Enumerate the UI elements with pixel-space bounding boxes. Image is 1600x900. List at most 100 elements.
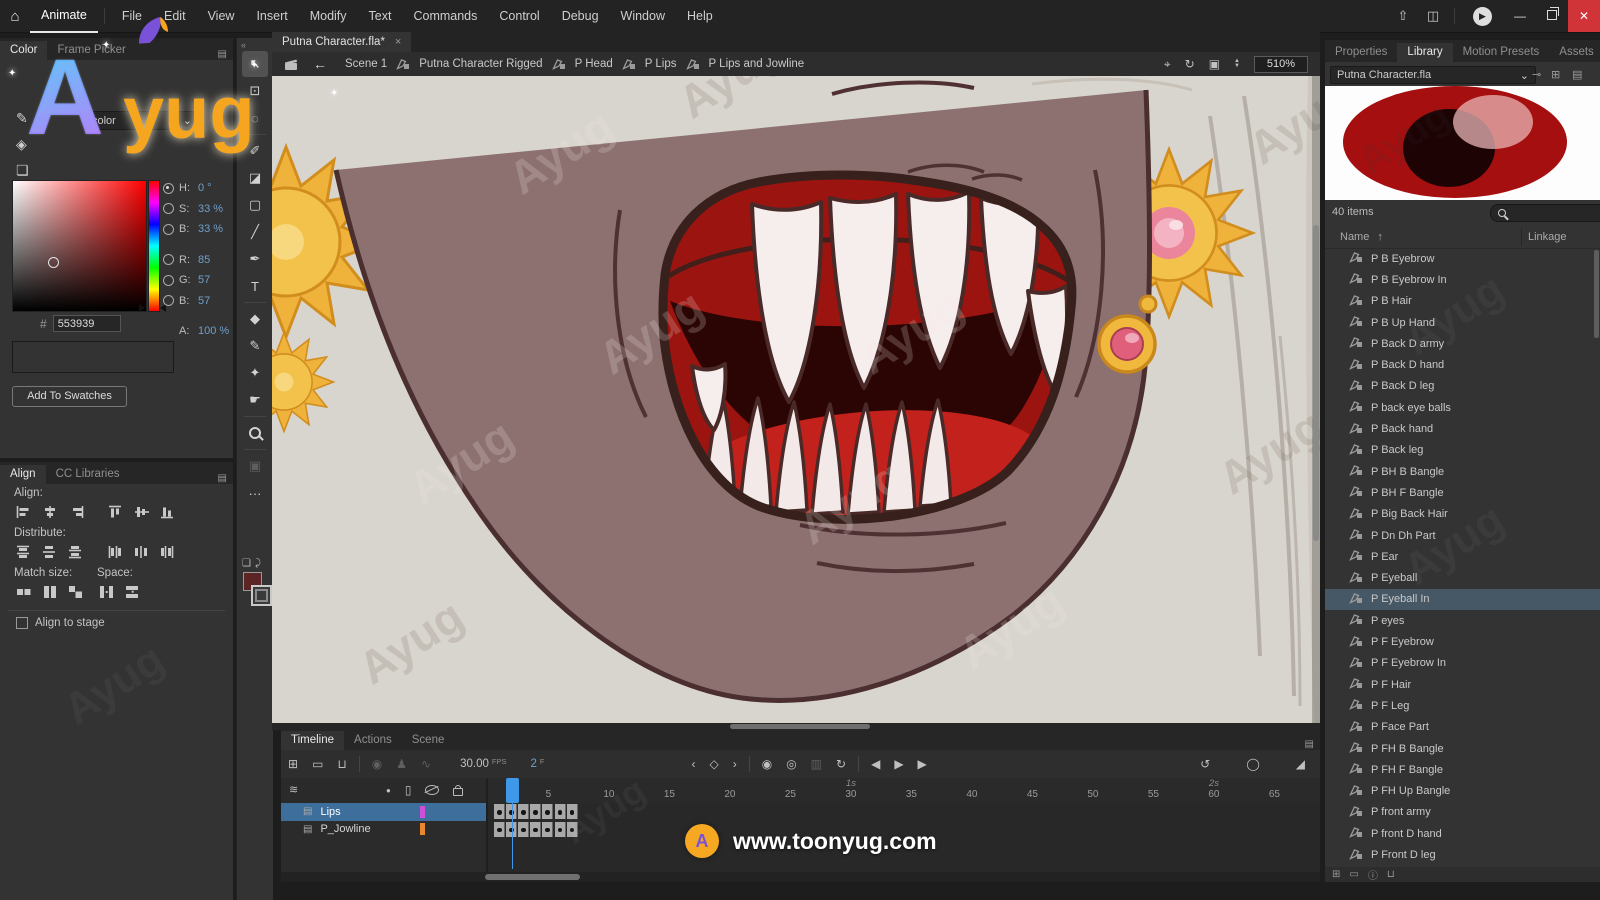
clip-content-icon[interactable]: ▣: [1209, 57, 1220, 72]
library-item-p-back-d-hand[interactable]: P Back D hand: [1325, 355, 1600, 376]
camera-tool[interactable]: ▣: [242, 453, 268, 479]
highlight-column-icon[interactable]: ●: [386, 786, 391, 795]
center-frame-icon[interactable]: ⌖: [1164, 57, 1171, 72]
scrollbar-thumb[interactable]: [730, 724, 870, 729]
tab-scene[interactable]: Scene: [402, 731, 455, 750]
restore-button[interactable]: [1536, 0, 1568, 32]
keyframe-cell[interactable]: [518, 804, 529, 819]
library-item-p-back-leg[interactable]: P Back leg: [1325, 440, 1600, 461]
value-text[interactable]: 33 %: [198, 223, 223, 235]
library-item-p-eyeball-in[interactable]: P Eyeball In: [1325, 589, 1600, 610]
library-item-p-front-army[interactable]: P front army: [1325, 802, 1600, 823]
fill-style-dropdown[interactable]: color⌄: [85, 111, 199, 130]
edit-multiple-frames-icon[interactable]: ▥: [804, 757, 829, 771]
tab-properties[interactable]: Properties: [1325, 43, 1397, 62]
close-icon[interactable]: ×: [395, 36, 401, 48]
lock-all-layers-icon[interactable]: [453, 788, 463, 796]
library-search[interactable]: [1490, 204, 1600, 222]
distribute-left-button[interactable]: [104, 544, 128, 560]
timeline-scrollbar[interactable]: [281, 872, 1320, 882]
properties-icon[interactable]: ⓘ: [1368, 867, 1378, 882]
radio-button[interactable]: [163, 224, 174, 235]
library-item-p-dn-dh-part[interactable]: P Dn Dh Part: [1325, 525, 1600, 546]
tab-assets[interactable]: Assets: [1549, 43, 1600, 62]
fill-color-chip[interactable]: [251, 585, 272, 606]
stage-canvas[interactable]: Ayug Ayug Ayug Ayug Ayug Ayug Ayug Ayug …: [272, 76, 1320, 723]
picker-cursor[interactable]: [48, 257, 59, 268]
back-arrow-icon[interactable]: ←: [313, 56, 327, 72]
text-tool[interactable]: T: [242, 273, 268, 299]
paint-bucket-tool[interactable]: ◆: [242, 306, 268, 332]
delete-layer-icon[interactable]: ⊔: [330, 757, 353, 771]
new-folder-icon[interactable]: ▭: [1349, 869, 1358, 880]
tools-panel-header[interactable]: «: [237, 38, 273, 50]
layer-outline-color-chip[interactable]: [420, 806, 425, 818]
library-item-p-face-part[interactable]: P Face Part: [1325, 717, 1600, 738]
library-item-p-f-leg[interactable]: P F Leg: [1325, 695, 1600, 716]
align-top-button[interactable]: [104, 504, 128, 520]
breadcrumb-p-head[interactable]: P Head: [575, 58, 613, 70]
scrollbar-thumb[interactable]: [1594, 250, 1599, 338]
zoom-tool[interactable]: [242, 420, 268, 446]
library-item-p-ear[interactable]: P Ear: [1325, 546, 1600, 567]
radio-button[interactable]: [163, 295, 174, 306]
prev-keyframe-icon[interactable]: ‹: [684, 757, 702, 771]
camera-icon[interactable]: ◉: [365, 757, 389, 771]
tab-color[interactable]: Color: [0, 41, 47, 60]
keyframe-cell[interactable]: [555, 822, 566, 837]
brush-tool[interactable]: ✐: [242, 138, 268, 164]
layer-frames-p-jowline[interactable]: [488, 821, 1320, 839]
menu-view[interactable]: View: [197, 1, 246, 32]
value-text[interactable]: 57: [198, 295, 210, 307]
current-frame-value[interactable]: 2: [530, 758, 536, 770]
frame-grid[interactable]: [488, 803, 1320, 872]
distribute-horizontal-center-button[interactable]: [130, 544, 154, 560]
keyframe-cell[interactable]: [542, 804, 553, 819]
space-vertical-button[interactable]: [95, 584, 119, 600]
breadcrumb-scene-1[interactable]: Scene 1: [345, 58, 387, 70]
panel-menu-icon[interactable]: ▤: [1572, 68, 1582, 81]
loop-icon[interactable]: ↻: [829, 757, 853, 771]
vertical-scrollbar[interactable]: [1312, 76, 1320, 723]
step-back-icon[interactable]: ◀: [864, 757, 887, 771]
fps-value[interactable]: 30.00: [460, 758, 489, 770]
tab-align[interactable]: Align: [0, 465, 46, 484]
lasso-tool[interactable]: ◌: [242, 105, 268, 131]
menu-help[interactable]: Help: [676, 1, 724, 32]
menu-control[interactable]: Control: [488, 1, 550, 32]
minimize-button[interactable]: —: [1504, 0, 1536, 32]
menu-debug[interactable]: Debug: [551, 1, 610, 32]
tab-library[interactable]: Library: [1397, 43, 1452, 62]
library-document-dropdown[interactable]: Putna Character.fla⌄: [1330, 66, 1536, 84]
panel-menu-icon[interactable]: ▤: [212, 473, 233, 484]
keyframe-cell[interactable]: [567, 804, 578, 819]
radio-button[interactable]: [163, 254, 174, 265]
library-item-p-front-d-hand[interactable]: P front D hand: [1325, 823, 1600, 844]
current-color-swatch[interactable]: [12, 341, 174, 373]
keyframe-cell[interactable]: [530, 822, 541, 837]
library-item-p-big-back-hair[interactable]: P Big Back Hair: [1325, 504, 1600, 525]
match-both-button[interactable]: [64, 584, 88, 600]
library-item-p-fh-up-bangle[interactable]: P FH Up Bangle: [1325, 781, 1600, 802]
hue-slider-marker[interactable]: [139, 304, 145, 312]
panel-menu-icon[interactable]: ▤: [1299, 739, 1320, 750]
value-text[interactable]: 33 %: [198, 203, 223, 215]
share-icon[interactable]: ⇧: [1388, 8, 1418, 24]
hide-all-layers-icon[interactable]: [425, 785, 439, 795]
align-vertical-center-button[interactable]: [130, 504, 154, 520]
overlap-color-icon[interactable]: ❏: [16, 162, 42, 179]
hex-input[interactable]: [53, 315, 121, 332]
hue-slider[interactable]: [148, 180, 160, 312]
stroke-color-icon[interactable]: ✎: [16, 110, 42, 127]
clapperboard-icon[interactable]: [284, 58, 299, 71]
layer-lips[interactable]: ▤Lips: [281, 803, 486, 821]
onion-skin-icon[interactable]: ◉: [755, 757, 779, 771]
step-forward-icon[interactable]: ▶: [911, 757, 934, 771]
library-item-p-bh-b-bangle[interactable]: P BH B Bangle: [1325, 461, 1600, 482]
home-icon[interactable]: ⌂: [0, 8, 30, 25]
playhead[interactable]: [506, 778, 519, 803]
distribute-top-button[interactable]: [12, 544, 36, 560]
value-text[interactable]: 0 °: [198, 182, 212, 194]
line-tool[interactable]: ╱: [242, 219, 268, 245]
library-item-p-eyeball[interactable]: P Eyeball: [1325, 568, 1600, 589]
